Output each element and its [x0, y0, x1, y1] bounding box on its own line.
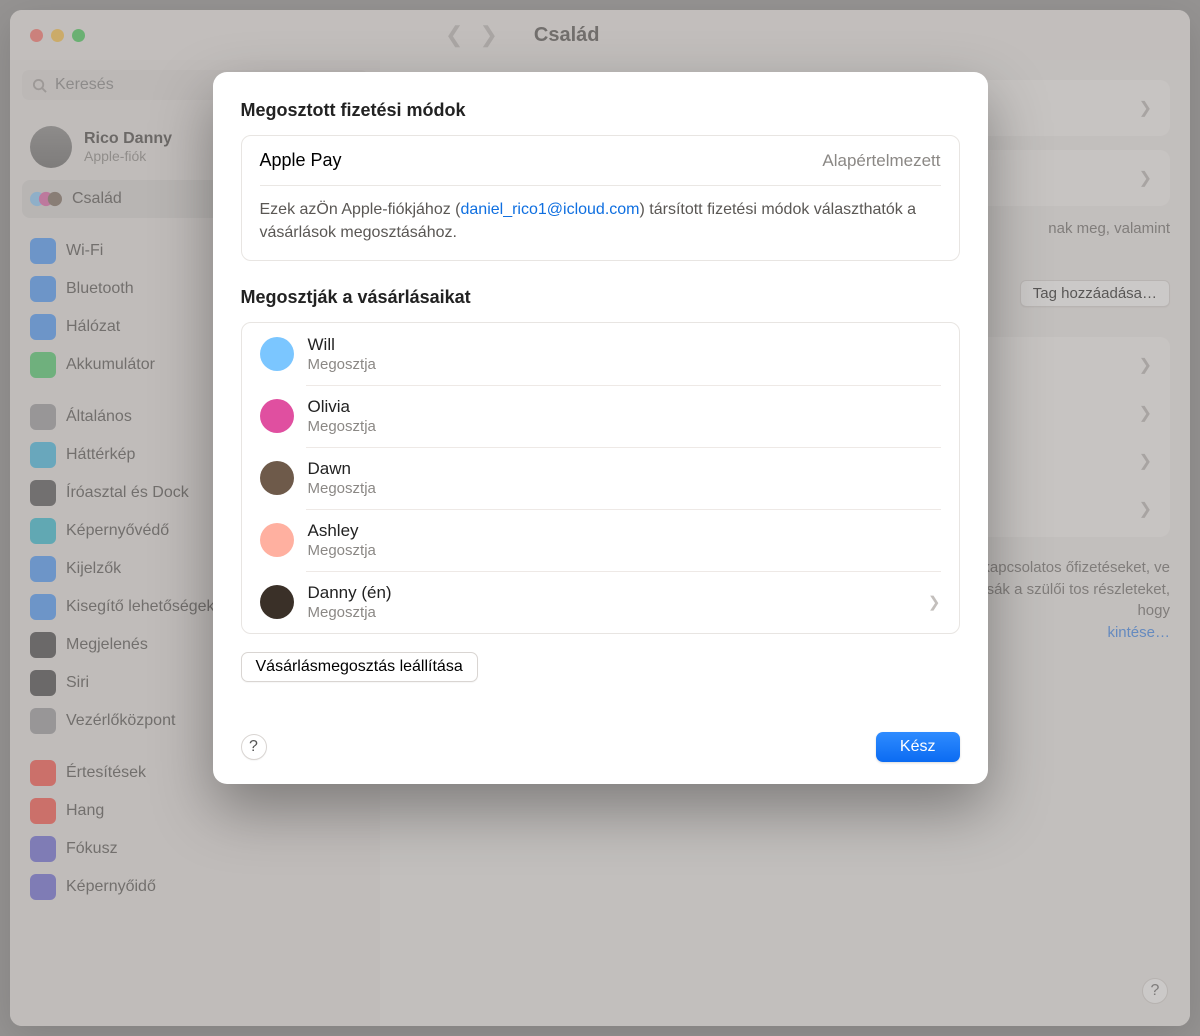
member-row: OliviaMegosztja: [242, 385, 959, 447]
payment-default-label: Alapértelmezett: [822, 151, 940, 171]
member-name: Danny (én): [308, 583, 392, 603]
member-name: Dawn: [308, 459, 376, 479]
done-button[interactable]: Kész: [876, 732, 960, 762]
payment-card: Apple Pay Alapértelmezett Ezek azÖn Appl…: [241, 135, 960, 261]
stop-sharing-button[interactable]: Vásárlásmegosztás leállítása: [241, 652, 478, 682]
payment-row[interactable]: Apple Pay Alapértelmezett: [242, 136, 959, 185]
member-avatar: [260, 523, 294, 557]
payment-note: Ezek azÖn Apple-fiókjához (daniel_rico1@…: [242, 186, 959, 260]
payment-name: Apple Pay: [260, 150, 342, 171]
members-list: WillMegosztjaOliviaMegosztjaDawnMegosztj…: [241, 322, 960, 634]
member-name: Olivia: [308, 397, 376, 417]
member-row: WillMegosztja: [242, 323, 959, 385]
account-email-link[interactable]: daniel_rico1@icloud.com: [461, 201, 640, 218]
payment-heading: Megosztott fizetési módok: [241, 100, 960, 121]
member-status: Megosztja: [308, 542, 376, 559]
member-status: Megosztja: [308, 356, 376, 373]
chevron-right-icon: ❯: [928, 593, 941, 611]
member-avatar: [260, 399, 294, 433]
sharing-heading: Megosztják a vásárlásaikat: [241, 287, 960, 308]
help-button[interactable]: ?: [241, 734, 267, 760]
note-prefix: Ezek azÖn Apple-fiókjához (: [260, 201, 461, 218]
modal-overlay: Megosztott fizetési módok Apple Pay Alap…: [0, 0, 1200, 1036]
member-status: Megosztja: [308, 604, 392, 621]
member-avatar: [260, 585, 294, 619]
member-row[interactable]: Danny (én)Megosztja ❯: [242, 571, 959, 633]
member-name: Ashley: [308, 521, 376, 541]
member-name: Will: [308, 335, 376, 355]
member-row: DawnMegosztja: [242, 447, 959, 509]
sheet-footer: ? Kész: [241, 732, 960, 762]
member-row: AshleyMegosztja: [242, 509, 959, 571]
member-avatar: [260, 337, 294, 371]
purchase-sharing-sheet: Megosztott fizetési módok Apple Pay Alap…: [213, 72, 988, 784]
member-avatar: [260, 461, 294, 495]
member-status: Megosztja: [308, 418, 376, 435]
member-status: Megosztja: [308, 480, 376, 497]
